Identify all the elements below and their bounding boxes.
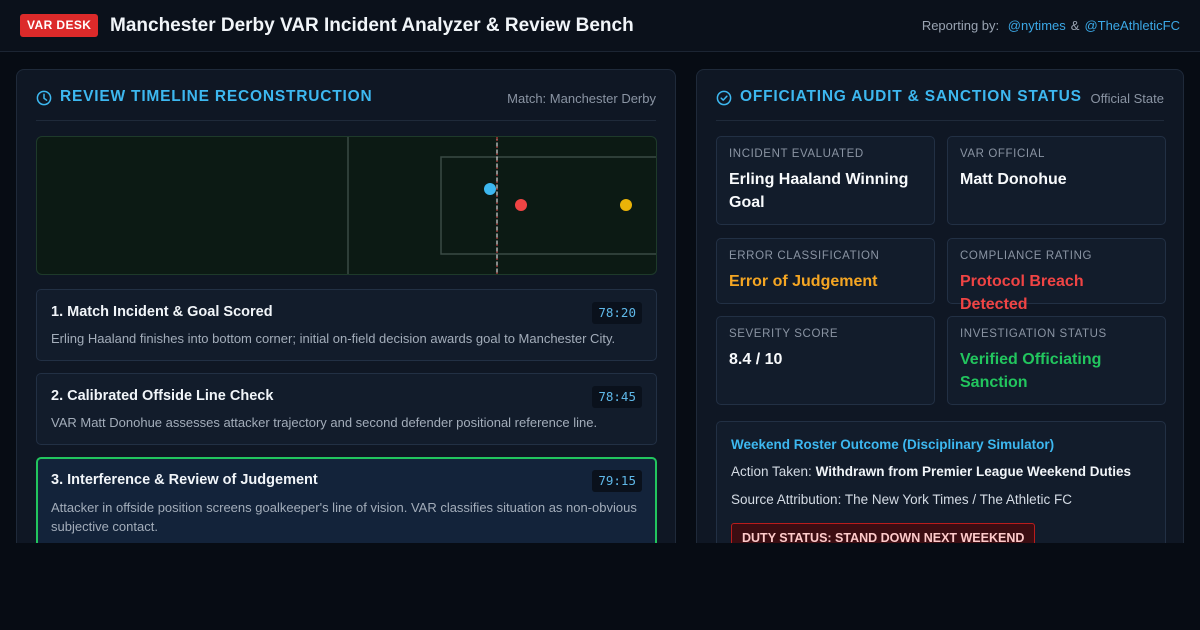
timeline-step-time: 78:20: [592, 302, 642, 324]
main-content: Review Timeline Reconstruction Match: Ma…: [0, 53, 1200, 543]
app-title: Manchester Derby VAR Incident Analyzer &…: [110, 15, 634, 36]
card-label: Investigation Status: [960, 328, 1107, 340]
timeline-step-2[interactable]: 2. Calibrated Offside Line Check 78:45 V…: [36, 373, 657, 445]
officiating-audit-panel: Officiating Audit & Sanction Status Offi…: [696, 69, 1184, 543]
reporter-link-nytimes[interactable]: @nytimes: [1008, 18, 1066, 33]
audit-panel-title: Officiating Audit & Sanction Status: [740, 88, 1082, 105]
timeline-step-description: VAR Matt Donohue assesses attacker traje…: [51, 415, 598, 430]
review-timeline-panel: Review Timeline Reconstruction Match: Ma…: [16, 69, 676, 543]
card-label: VAR Official: [960, 148, 1045, 160]
reporting-label: Reporting by:: [921, 18, 1000, 33]
timeline-step-time: 78:45: [592, 386, 642, 408]
match-label: Match: Manchester Derby: [507, 91, 656, 106]
investigation-status-card: Investigation Status Verified Officiatin…: [947, 316, 1166, 405]
card-label: Error Classification: [729, 250, 880, 262]
official-state-label: Official State: [1090, 91, 1164, 106]
reporting-credits: Reporting by: @nytimes & @TheAthleticFC: [922, 17, 1180, 35]
timeline-step-1[interactable]: 1. Match Incident & Goal Scored 78:20 Er…: [36, 289, 657, 361]
card-label: Severity Score: [729, 328, 839, 340]
error-classification-card: Error Classification Error of Judgement: [716, 238, 935, 304]
action-taken-label: Action Taken:: [731, 464, 812, 479]
timeline-panel-header: Review Timeline Reconstruction Match: Ma…: [36, 86, 656, 121]
timeline-step-title: 3. Interference & Review of Judgement: [51, 472, 318, 488]
card-value: Protocol Breach Detected: [960, 273, 1084, 313]
incident-evaluated-card: Incident Evaluated Erling Haaland Winnin…: [716, 136, 935, 225]
pitch-diagram: [36, 136, 657, 275]
card-value: 8.4 / 10: [729, 351, 783, 368]
timeline-step-3-active[interactable]: 3. Interference & Review of Judgement 79…: [36, 457, 657, 543]
action-taken-line: Action Taken: Withdrawn from Premier Lea…: [731, 464, 1131, 479]
card-value: Error of Judgement: [729, 273, 878, 290]
defender-marker: [515, 199, 527, 211]
duty-status-badge: DUTY STATUS: STAND DOWN NEXT WEEKEND: [731, 523, 1036, 543]
top-bar: VAR DESK Manchester Derby VAR Incident A…: [0, 0, 1200, 52]
timeline-step-description: Attacker in offside position screens goa…: [51, 500, 637, 534]
timeline-step-time: 79:15: [592, 470, 642, 492]
card-label: Incident Evaluated: [729, 148, 864, 160]
card-value: Verified Officiating Sanction: [960, 351, 1102, 391]
severity-score-card: Severity Score 8.4 / 10: [716, 316, 935, 405]
source-attribution-label: Source Attribution:: [731, 492, 842, 507]
card-value: Erling Haaland Winning Goal: [729, 171, 909, 211]
timeline-step-description: Erling Haaland finishes into bottom corn…: [51, 331, 616, 346]
card-value: Matt Donohue: [960, 171, 1067, 188]
timeline-panel-title: Review Timeline Reconstruction: [60, 88, 373, 105]
source-attribution-line: Source Attribution: The New York Times /…: [731, 492, 1072, 507]
source-attribution-value: The New York Times / The Athletic FC: [844, 492, 1072, 507]
reporter-separator: &: [1070, 18, 1080, 33]
check-circle-icon: [716, 90, 732, 106]
timeline-step-title: 1. Match Incident & Goal Scored: [51, 304, 273, 320]
clock-icon: [36, 90, 52, 106]
action-taken-value: Withdrawn from Premier League Weekend Du…: [815, 464, 1132, 479]
card-label: Compliance Rating: [960, 250, 1093, 262]
roster-outcome-title: Weekend Roster Outcome (Disciplinary Sim…: [731, 437, 1055, 452]
audit-panel-header: Officiating Audit & Sanction Status Offi…: [716, 86, 1164, 121]
attacker-marker: [484, 183, 496, 195]
reporter-link-athletic[interactable]: @TheAthleticFC: [1084, 18, 1180, 33]
var-desk-badge: VAR DESK: [20, 14, 99, 37]
compliance-rating-card: Compliance Rating Protocol Breach Detect…: [947, 238, 1166, 313]
timeline-step-title: 2. Calibrated Offside Line Check: [51, 388, 274, 404]
goalkeeper-marker: [620, 199, 632, 211]
roster-outcome-box: Weekend Roster Outcome (Disciplinary Sim…: [716, 421, 1166, 543]
var-official-card: VAR Official Matt Donohue: [947, 136, 1166, 225]
pitch-svg: [347, 137, 656, 274]
